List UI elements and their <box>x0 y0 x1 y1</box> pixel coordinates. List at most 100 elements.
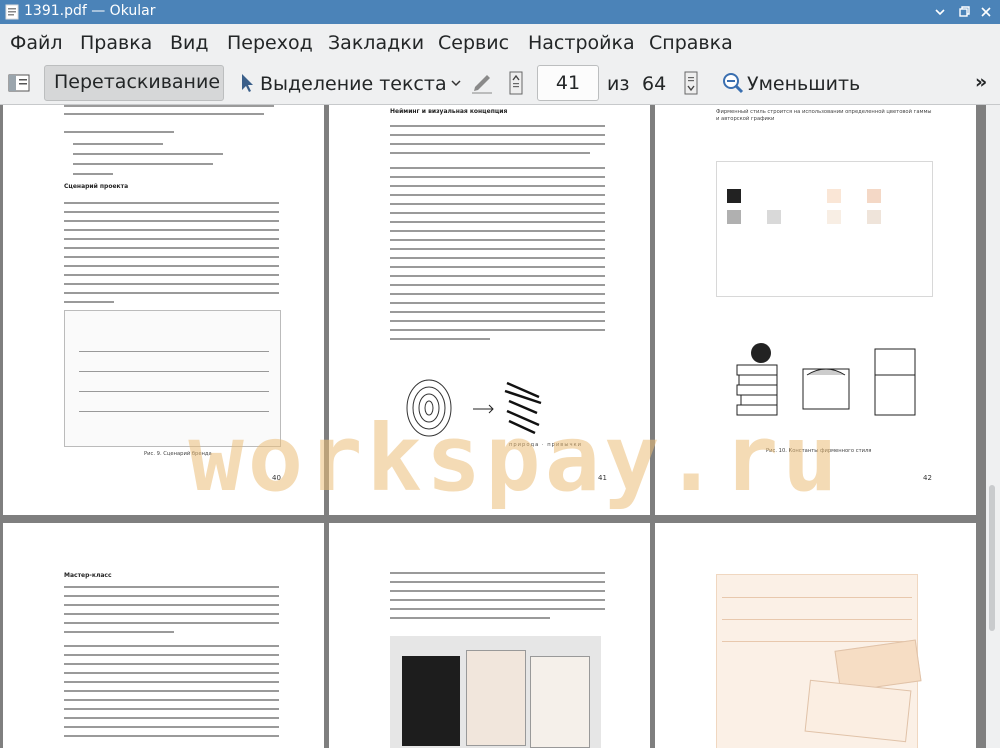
menu-help[interactable]: Справка <box>649 32 733 54</box>
text-cursor-icon <box>242 74 253 92</box>
menu-bar: Файл Правка Вид Переход Закладки Сервис … <box>0 25 1000 61</box>
pdf-file-icon <box>5 4 19 20</box>
menu-tools[interactable]: Сервис <box>438 32 509 54</box>
text-line <box>64 717 279 719</box>
section-heading: Сценарий проекта <box>64 183 129 190</box>
text-line <box>64 690 279 692</box>
text-line <box>390 266 605 268</box>
text-line <box>64 699 279 701</box>
section-heading: Мастер-класс <box>64 572 112 579</box>
menu-view[interactable]: Вид <box>170 32 209 54</box>
text-select-button[interactable]: Выделение текста <box>260 73 447 95</box>
text-line <box>390 203 605 205</box>
text-line <box>390 248 605 250</box>
document-viewport[interactable]: Сценарий проекта Рис. 9. Сценарий бренда… <box>0 105 986 748</box>
color-swatch <box>867 210 881 224</box>
browse-tool-button[interactable]: Перетаскивание <box>44 65 224 101</box>
text-line <box>64 645 279 647</box>
list-item <box>73 163 213 165</box>
list-item <box>73 173 113 175</box>
text-line <box>390 185 605 187</box>
menu-bookmarks[interactable]: Закладки <box>328 32 424 54</box>
text-line <box>390 617 550 619</box>
text-line <box>390 302 605 304</box>
restore-icon[interactable] <box>956 4 972 20</box>
brand-constants-board <box>716 161 933 297</box>
text-line <box>390 230 605 232</box>
more-toolbar-icon[interactable]: » <box>975 71 987 93</box>
text-line <box>64 283 279 285</box>
text-line <box>390 275 605 277</box>
menu-edit[interactable]: Правка <box>80 32 152 54</box>
text-line <box>64 708 279 710</box>
text-line <box>64 604 279 606</box>
list-item <box>73 153 223 155</box>
text-line <box>64 131 174 133</box>
text-line <box>64 654 279 656</box>
text-line <box>390 134 605 136</box>
total-pages-label: 64 <box>642 73 667 95</box>
text-line <box>390 167 605 169</box>
text-line <box>390 284 605 286</box>
text-line <box>390 590 605 592</box>
page-number-input[interactable]: 41 <box>537 65 599 101</box>
next-page-icon[interactable] <box>684 71 698 95</box>
text-line <box>64 301 114 303</box>
page-of-label: из <box>607 73 630 95</box>
page-43: Мастер-класс <box>3 523 324 748</box>
text-line <box>390 125 605 127</box>
text-line <box>64 631 174 633</box>
minimize-icon[interactable] <box>932 4 948 20</box>
text-line <box>390 293 605 295</box>
text-line <box>390 338 490 340</box>
color-swatch <box>827 210 841 224</box>
text-line <box>64 265 279 267</box>
menu-settings[interactable]: Настройка <box>528 32 635 54</box>
main-toolbar: Перетаскивание Выделение текста 41 из 64… <box>0 61 1000 105</box>
text-line <box>390 152 590 154</box>
previous-page-icon[interactable] <box>509 71 523 95</box>
posters-photo <box>390 636 601 748</box>
text-line <box>64 622 279 624</box>
section-heading: Нейминг и визуальная концепция <box>390 108 508 115</box>
text-line <box>64 113 264 115</box>
text-line <box>390 212 605 214</box>
text-line <box>64 202 279 204</box>
title-bar: 1391.pdf — Okular <box>0 0 1000 24</box>
text-line <box>64 735 279 737</box>
color-swatch <box>727 210 741 224</box>
annotate-pen-icon[interactable] <box>470 71 494 95</box>
color-swatch <box>867 189 881 203</box>
menu-go[interactable]: Переход <box>227 32 313 54</box>
watermark-text: workspay.ru <box>188 405 842 512</box>
text-line <box>390 608 605 610</box>
intro-text: Фирменный стиль строится на использовани… <box>716 109 932 122</box>
text-line <box>390 194 605 196</box>
text-line <box>64 681 279 683</box>
text-line <box>64 247 279 249</box>
chevron-down-icon[interactable] <box>450 78 462 88</box>
text-line <box>64 292 279 294</box>
text-line <box>64 595 279 597</box>
page-45 <box>655 523 976 748</box>
color-swatch <box>827 189 841 203</box>
color-swatch <box>767 210 781 224</box>
vertical-scrollbar[interactable] <box>986 105 1000 748</box>
text-line <box>390 311 605 313</box>
text-line <box>64 229 279 231</box>
menu-file[interactable]: Файл <box>10 32 63 54</box>
text-line <box>390 329 605 331</box>
text-line <box>390 320 605 322</box>
text-line <box>390 257 605 259</box>
text-line <box>64 238 279 240</box>
color-swatch <box>727 189 741 203</box>
close-icon[interactable] <box>978 4 994 20</box>
scrollbar-thumb[interactable] <box>989 485 995 631</box>
text-line <box>390 143 605 145</box>
browse-tool-label: Перетаскивание <box>54 71 221 93</box>
zoom-out-button[interactable]: Уменьшить <box>747 73 860 95</box>
text-line <box>64 220 279 222</box>
text-line <box>390 221 605 223</box>
sidebar-toggle-icon[interactable] <box>8 72 30 94</box>
page-44 <box>329 523 650 748</box>
